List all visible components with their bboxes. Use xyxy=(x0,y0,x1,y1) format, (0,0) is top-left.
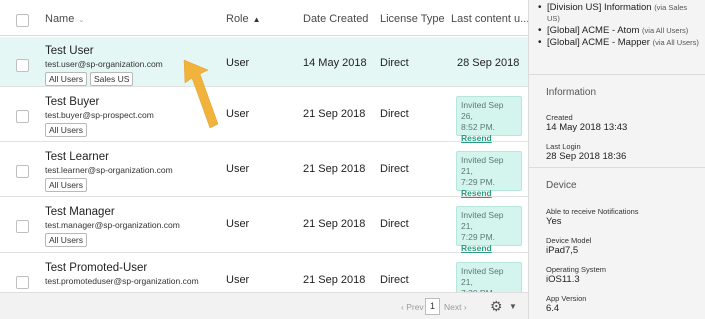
resend-link[interactable]: Resend xyxy=(461,243,517,254)
license-type-cell: Direct xyxy=(380,274,409,286)
row-checkbox[interactable] xyxy=(16,59,29,72)
invite-status: Invited Sep 21, 7:29 PM. Resend xyxy=(456,151,522,198)
role-cell: User xyxy=(226,218,250,230)
table-row[interactable]: Test User test.user@sp-organization.com … xyxy=(0,37,528,87)
role-cell: User xyxy=(226,163,250,175)
user-name-cell: Test Promoted-User test.promoteduser@sp-… xyxy=(45,262,199,286)
notifications-label: Able to receive Notifications xyxy=(546,207,639,216)
last-login-value: 28 Sep 2018 18:36 xyxy=(546,151,627,162)
user-name: Test Manager xyxy=(45,206,115,218)
information-section-heading: Information xyxy=(529,74,705,98)
device-section-heading: Device xyxy=(529,167,705,191)
row-checkbox[interactable] xyxy=(16,276,29,289)
role-cell: User xyxy=(226,274,250,286)
app-version-label: App Version xyxy=(546,294,587,303)
table-footer: ‹ Prev 1 Next › ⚙ ▼ xyxy=(0,292,528,319)
user-table: Name ⌄ Role ▲ Date Created License Type La… xyxy=(0,0,528,319)
app-version-value: 6.4 xyxy=(546,303,560,314)
row-checkbox[interactable] xyxy=(16,110,29,123)
user-name-cell: Test Manager test.manager@sp-organizatio… xyxy=(45,206,180,247)
pagination-page[interactable]: 1 xyxy=(425,298,440,315)
date-created-cell: 21 Sep 2018 xyxy=(303,163,366,175)
table-header: Name ⌄ Role ▲ Date Created License Type La… xyxy=(0,0,528,36)
created-value: 14 May 2018 13:43 xyxy=(546,122,628,133)
user-detail-panel: [Division US] Information (via Sales US)… xyxy=(528,0,705,319)
row-checkbox[interactable] xyxy=(16,165,29,178)
license-type-cell: Direct xyxy=(380,163,409,175)
user-name: Test Promoted-User xyxy=(45,262,148,274)
device-model-value: iPad7,5 xyxy=(546,245,579,256)
column-header-license-type[interactable]: License Type xyxy=(380,13,445,25)
last-content-cell: 28 Sep 2018 xyxy=(457,57,520,69)
date-created-cell: 21 Sep 2018 xyxy=(303,218,366,230)
group-tag: All Users xyxy=(45,72,88,86)
sort-down-icon: ⌄ xyxy=(78,17,85,24)
select-all-checkbox[interactable] xyxy=(16,14,29,27)
column-header-date-created[interactable]: Date Created xyxy=(303,13,368,25)
user-name: Test User xyxy=(45,45,94,57)
license-type-cell: Direct xyxy=(380,57,409,69)
last-login-label: Last Login xyxy=(546,142,581,151)
notifications-value: Yes xyxy=(546,216,562,227)
group-tag: All Users xyxy=(45,178,88,192)
gear-icon[interactable]: ⚙ xyxy=(490,298,503,315)
license-type-cell: Direct xyxy=(380,108,409,120)
pagination-prev[interactable]: ‹ Prev xyxy=(401,302,424,312)
chevron-down-icon[interactable]: ▼ xyxy=(509,302,517,311)
column-header-last-content[interactable]: Last content u... xyxy=(451,13,528,25)
user-name-cell: Test User test.user@sp-organization.com … xyxy=(45,45,163,86)
role-item: [Global] ACME - Atom (via All Users) xyxy=(538,25,702,36)
user-name-cell: Test Buyer test.buyer@sp-prospect.com Al… xyxy=(45,96,154,137)
license-type-cell: Direct xyxy=(380,218,409,230)
annotation-arrow-icon xyxy=(183,59,219,129)
invite-status: Invited Sep 26, 8:52 PM. Resend xyxy=(456,96,522,143)
invite-status: Invited Sep 21, 7:29 PM. Resend xyxy=(456,206,522,253)
table-row[interactable]: Test Manager test.manager@sp-organizatio… xyxy=(0,198,528,253)
operating-system-label: Operating System xyxy=(546,265,607,274)
user-email: test.promoteduser@sp-organization.com xyxy=(45,276,199,286)
created-label: Created xyxy=(546,113,573,122)
role-list: [Division US] Information (via Sales US)… xyxy=(529,2,702,49)
user-name-cell: Test Learner test.learner@sp-organizatio… xyxy=(45,151,173,192)
user-name: Test Learner xyxy=(45,151,109,163)
group-tag: All Users xyxy=(45,233,88,247)
user-email: test.learner@sp-organization.com xyxy=(45,165,173,175)
date-created-cell: 14 May 2018 xyxy=(303,57,367,69)
group-tag: Sales US xyxy=(90,72,134,86)
date-created-cell: 21 Sep 2018 xyxy=(303,108,366,120)
column-header-role[interactable]: Role ▲ xyxy=(226,13,261,25)
user-name: Test Buyer xyxy=(45,96,100,108)
pagination-next[interactable]: Next › xyxy=(444,302,467,312)
role-item: [Global] ACME - Mapper (via All Users) xyxy=(538,37,702,48)
operating-system-value: iOS11.3 xyxy=(546,274,580,285)
device-model-label: Device Model xyxy=(546,236,592,245)
table-row[interactable]: Test Buyer test.buyer@sp-prospect.com Al… xyxy=(0,88,528,143)
column-header-name[interactable]: Name ⌄ xyxy=(45,13,84,25)
date-created-cell: 21 Sep 2018 xyxy=(303,274,366,286)
row-checkbox[interactable] xyxy=(16,220,29,233)
user-email: test.buyer@sp-prospect.com xyxy=(45,110,154,120)
sort-up-icon: ▲ xyxy=(252,15,261,24)
table-row[interactable]: Test Learner test.learner@sp-organizatio… xyxy=(0,143,528,198)
group-tag: All Users xyxy=(45,123,88,137)
user-email: test.manager@sp-organization.com xyxy=(45,220,180,230)
role-item: [Division US] Information (via Sales US) xyxy=(538,2,702,24)
user-email: test.user@sp-organization.com xyxy=(45,59,163,69)
